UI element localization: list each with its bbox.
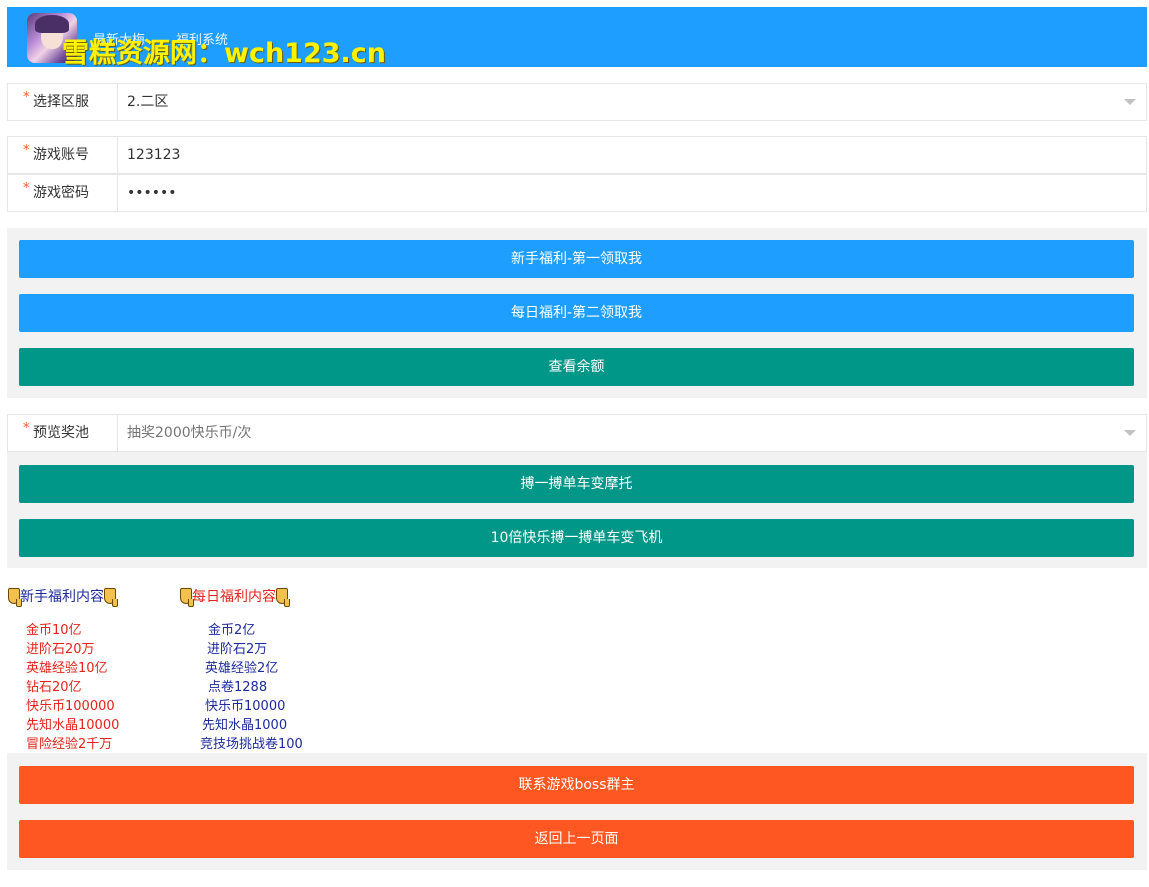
list-item: 进阶石20万 [26, 642, 95, 657]
pointing-hand-icon [104, 588, 118, 607]
app-header: 最新大梅 福利系统 雪糕资源网：wch123.cn [7, 7, 1147, 69]
password-field[interactable]: * 游戏密码 •••••• [7, 174, 1147, 212]
required-mark: * [23, 143, 30, 158]
pointing-hand-icon [276, 588, 290, 607]
account-label: * 游戏账号 [8, 137, 118, 173]
lottery-button-panel: 搏一搏单车变摩托 10倍快乐搏一搏单车变飞机 [7, 452, 1147, 568]
footer-button-panel: 联系游戏boss群主 返回上一页面 [7, 753, 1147, 870]
required-mark: * [23, 421, 30, 436]
list-item: 先知水晶10000 [26, 718, 120, 733]
welfare-button-panel: 新手福利-第一领取我 每日福利-第二领取我 查看余额 [7, 228, 1147, 398]
daily-rewards-title: 每日福利内容 [180, 586, 290, 607]
required-mark: * [23, 90, 30, 105]
password-input[interactable]: •••••• [127, 175, 177, 211]
list-item: 先知水晶1000 [202, 718, 288, 733]
daily-rewards-list: 金币2亿 进阶石2万 英雄经验2亿 点卷1288 快乐币10000 先知水晶10… [200, 621, 303, 754]
back-button[interactable]: 返回上一页面 [19, 820, 1134, 858]
daily-welfare-button[interactable]: 每日福利-第二领取我 [19, 294, 1134, 332]
pointing-hand-icon [8, 588, 22, 607]
check-balance-button[interactable]: 查看余额 [19, 348, 1134, 386]
newbie-rewards-title: 新手福利内容 [8, 586, 118, 607]
list-item: 竞技场挑战卷100 [200, 737, 303, 752]
list-item: 进阶石2万 [207, 642, 268, 657]
pointing-hand-icon [180, 588, 194, 607]
list-item: 钻石20亿 [26, 680, 82, 695]
server-select[interactable]: * 选择区服 2.二区 [7, 83, 1147, 121]
server-label: * 选择区服 [8, 84, 118, 120]
prize-pool-select[interactable]: * 预览奖池 抽奖2000快乐币/次 [7, 414, 1147, 452]
draw-once-button[interactable]: 搏一搏单车变摩托 [19, 465, 1134, 503]
list-item: 快乐币10000 [205, 699, 286, 714]
password-label: * 游戏密码 [8, 175, 118, 211]
list-item: 金币10亿 [26, 623, 82, 638]
newbie-welfare-button[interactable]: 新手福利-第一领取我 [19, 240, 1134, 278]
required-mark: * [23, 181, 30, 196]
draw-ten-button[interactable]: 10倍快乐搏一搏单车变飞机 [19, 519, 1134, 557]
prize-pool-value[interactable]: 抽奖2000快乐币/次 [127, 415, 251, 451]
watermark-text: 雪糕资源网：wch123.cn [62, 38, 387, 69]
list-item: 点卷1288 [208, 680, 268, 695]
list-item: 金币2亿 [208, 623, 256, 638]
chevron-down-icon[interactable] [1124, 430, 1136, 436]
list-item: 英雄经验2亿 [205, 661, 279, 676]
newbie-rewards-list: 金币10亿 进阶石20万 英雄经验10亿 钻石20亿 快乐币100000 先知水… [26, 621, 119, 754]
list-item: 冒险经验2千万 [26, 737, 113, 752]
chevron-down-icon[interactable] [1124, 99, 1136, 105]
server-value[interactable]: 2.二区 [127, 84, 168, 120]
list-item: 英雄经验10亿 [26, 661, 108, 676]
account-input[interactable]: 123123 [127, 137, 180, 173]
contact-boss-button[interactable]: 联系游戏boss群主 [19, 766, 1134, 804]
account-field[interactable]: * 游戏账号 123123 [7, 136, 1147, 174]
prize-pool-label: * 预览奖池 [8, 415, 118, 451]
list-item: 快乐币100000 [26, 699, 115, 714]
